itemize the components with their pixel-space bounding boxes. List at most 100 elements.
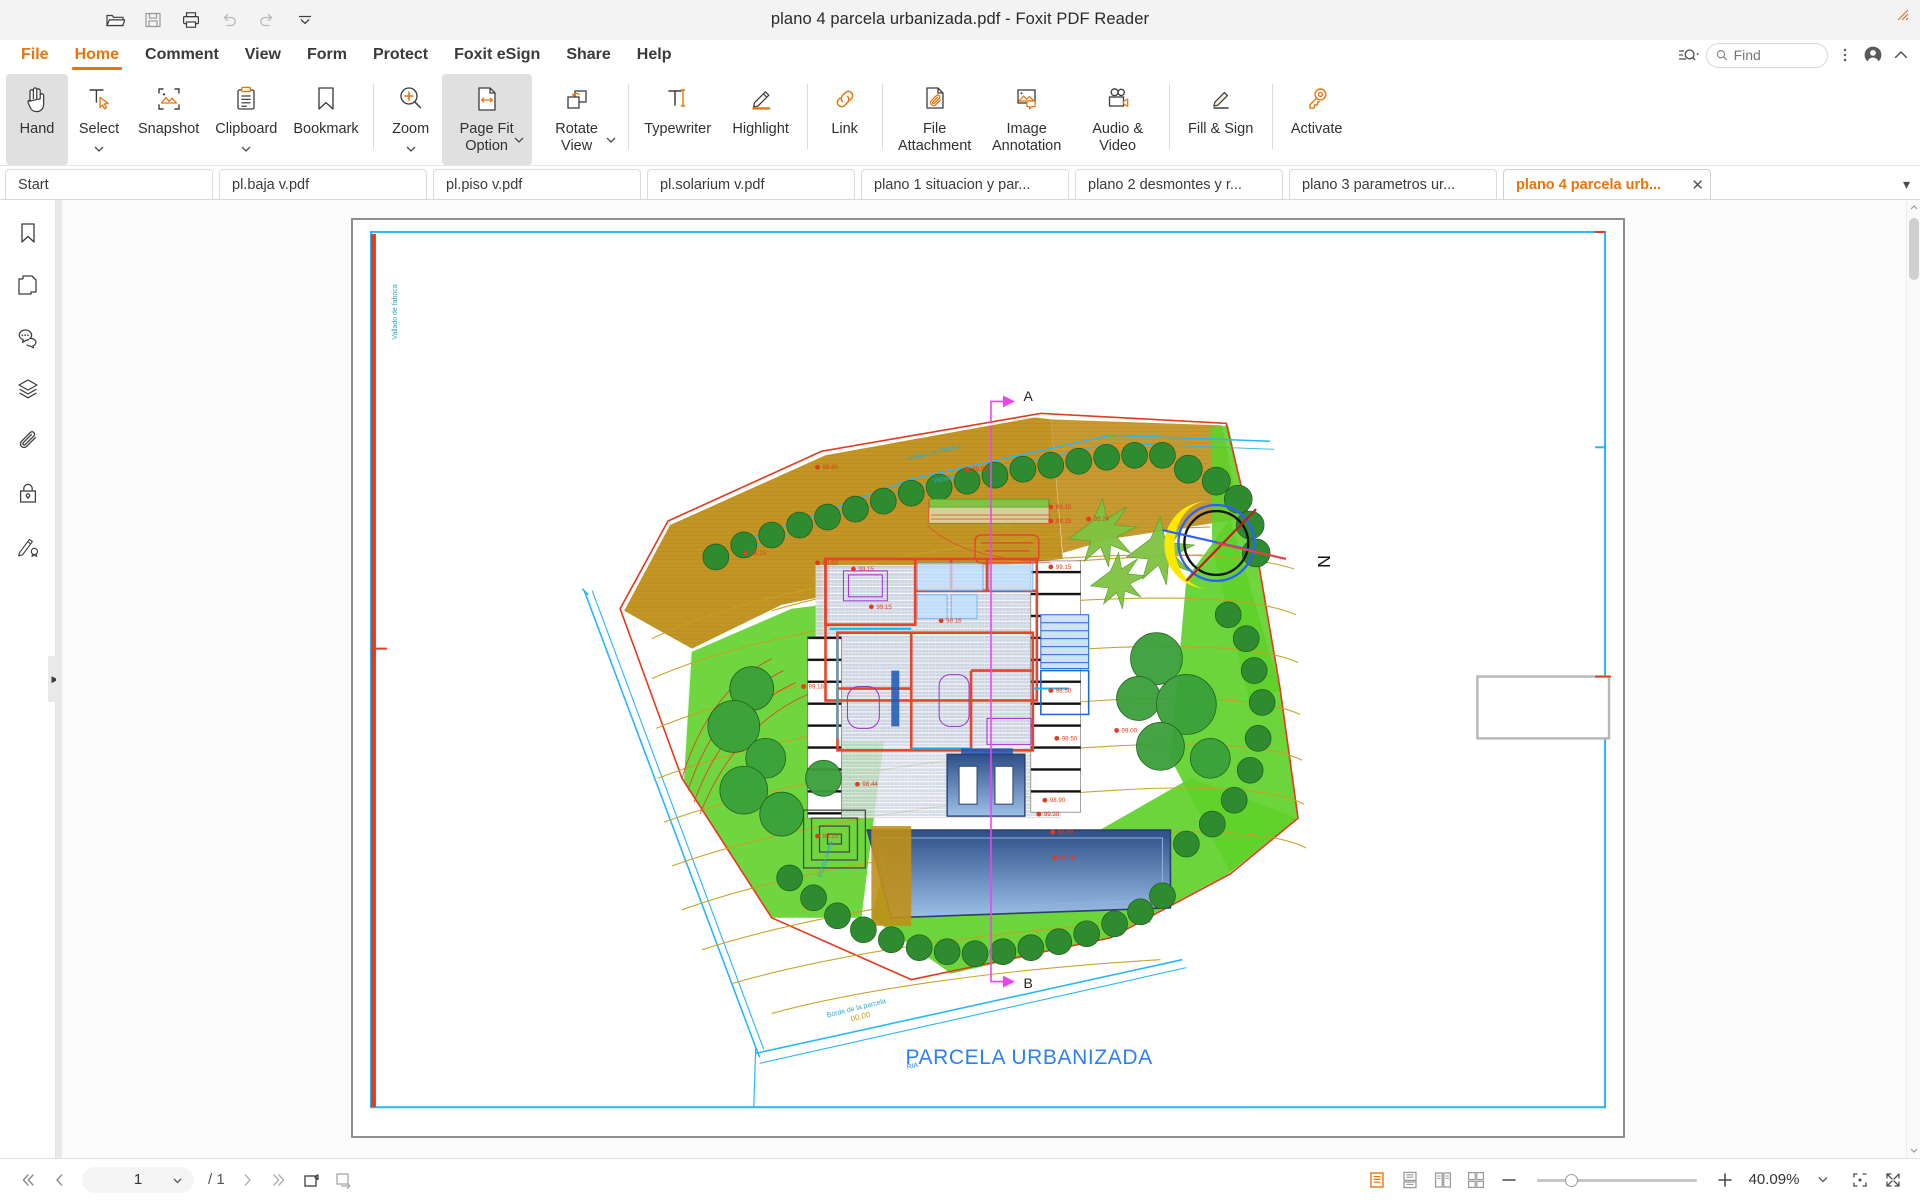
tool-image-annotation[interactable]: Image Annotation xyxy=(981,74,1073,165)
menu-comment[interactable]: Comment xyxy=(132,40,232,70)
pages-panel-icon[interactable] xyxy=(11,268,45,302)
save-icon[interactable] xyxy=(136,5,170,35)
tool-file-attachment[interactable]: File Attachment xyxy=(889,74,981,165)
tool-rotate-view-label: Rotate View xyxy=(555,121,598,154)
undo-icon[interactable] xyxy=(212,5,246,35)
zoom-in-button[interactable] xyxy=(1710,1165,1740,1195)
ribbon-divider xyxy=(1271,84,1273,149)
doc-tab-plano-1[interactable]: plano 1 situacion y par... xyxy=(861,169,1069,199)
tool-audio-video[interactable]: Audio & Video xyxy=(1073,74,1163,165)
menu-bar-right-tools xyxy=(1678,40,1912,70)
tool-highlight[interactable]: Highlight xyxy=(721,74,801,165)
continuous-view-icon[interactable] xyxy=(1395,1165,1425,1195)
chevron-down-icon[interactable] xyxy=(173,1171,182,1189)
loupe-tool-icon[interactable] xyxy=(1845,1165,1875,1195)
tool-fill-and-sign[interactable]: Fill & Sign xyxy=(1176,74,1266,165)
search-options-icon[interactable] xyxy=(1678,44,1700,66)
next-view-icon[interactable] xyxy=(329,1165,359,1195)
fullscreen-icon[interactable] xyxy=(1878,1165,1908,1195)
doc-tab-plano-4[interactable]: plano 4 parcela urb... ✕ xyxy=(1503,169,1711,199)
chevron-down-icon[interactable] xyxy=(94,139,104,157)
collapse-ribbon-icon[interactable] xyxy=(1890,44,1912,66)
pdf-viewport[interactable]: Vallado de fabrica 00.00 00.50 N 98.80 9… xyxy=(56,200,1920,1158)
next-page-icon[interactable] xyxy=(233,1165,263,1195)
menu-view[interactable]: View xyxy=(232,40,294,70)
menu-help[interactable]: Help xyxy=(624,40,685,70)
menu-form[interactable]: Form xyxy=(294,40,360,70)
find-input[interactable] xyxy=(1733,47,1818,63)
tool-snapshot[interactable]: Snapshot xyxy=(130,74,207,165)
pdf-page[interactable]: Vallado de fabrica 00.00 00.50 N 98.80 9… xyxy=(351,218,1625,1138)
tool-select[interactable]: Select xyxy=(68,74,130,165)
ribbon-divider xyxy=(881,84,883,149)
tab-overflow-chevron-down-icon[interactable]: ▾ xyxy=(1903,176,1910,193)
previous-page-icon[interactable] xyxy=(44,1165,74,1195)
section-marker-b-label: B xyxy=(1023,974,1033,991)
chevron-down-icon[interactable] xyxy=(606,130,616,148)
doc-tab-start[interactable]: Start xyxy=(5,169,213,199)
doc-tab-plano-2[interactable]: plano 2 desmontes y r... xyxy=(1075,169,1283,199)
zoom-dropdown-chevron-down-icon[interactable] xyxy=(1808,1165,1838,1195)
menu-file[interactable]: File xyxy=(8,40,62,70)
facing-continuous-view-icon[interactable] xyxy=(1461,1165,1491,1195)
layers-panel-icon[interactable] xyxy=(11,372,45,406)
tool-zoom[interactable]: Zoom xyxy=(380,74,442,165)
signatures-panel-icon[interactable] xyxy=(11,528,45,562)
tool-hand[interactable]: Hand xyxy=(6,74,68,165)
account-avatar-icon[interactable] xyxy=(1862,44,1884,66)
tool-rotate-view[interactable]: Rotate View xyxy=(532,74,622,165)
print-icon[interactable] xyxy=(174,5,208,35)
tool-zoom-label: Zoom xyxy=(392,121,430,137)
vertical-scrollbar[interactable] xyxy=(1906,200,1920,1158)
scroll-down-icon[interactable] xyxy=(1907,1144,1920,1158)
more-options-icon[interactable] xyxy=(1834,44,1856,66)
zoom-out-button[interactable] xyxy=(1494,1165,1524,1195)
previous-view-icon[interactable] xyxy=(297,1165,327,1195)
comments-panel-icon[interactable] xyxy=(11,320,45,354)
last-page-icon[interactable] xyxy=(265,1165,295,1195)
bookmarks-panel-icon[interactable] xyxy=(11,216,45,250)
doc-tab-pl-baja[interactable]: pl.baja v.pdf xyxy=(219,169,427,199)
tool-audio-video-label: Audio & Video xyxy=(1092,121,1144,154)
scroll-up-icon[interactable] xyxy=(1907,200,1920,214)
doc-tab-pl-solarium[interactable]: pl.solarium v.pdf xyxy=(647,169,855,199)
tool-activate[interactable]: Activate xyxy=(1279,74,1355,165)
attachments-panel-icon[interactable] xyxy=(11,424,45,458)
tool-bookmark[interactable]: Bookmark xyxy=(285,74,366,165)
chevron-down-icon[interactable] xyxy=(241,139,251,157)
doc-tab-label: plano 2 desmontes y r... xyxy=(1088,176,1242,193)
tool-page-fit-option[interactable]: Page Fit Option xyxy=(441,74,532,165)
first-page-icon[interactable] xyxy=(12,1165,42,1195)
window-resize-grip-icon[interactable] xyxy=(1892,4,1914,26)
security-panel-icon[interactable] xyxy=(11,476,45,510)
doc-tab-plano-3[interactable]: plano 3 parametros ur... xyxy=(1289,169,1497,199)
facing-view-icon[interactable] xyxy=(1428,1165,1458,1195)
chevron-down-icon[interactable] xyxy=(514,130,524,148)
scrollbar-thumb[interactable] xyxy=(1909,218,1919,280)
menu-foxit-esign[interactable]: Foxit eSign xyxy=(441,40,553,70)
chevron-down-icon[interactable] xyxy=(406,139,416,157)
find-input-wrapper[interactable] xyxy=(1706,42,1828,68)
menu-home[interactable]: Home xyxy=(62,40,132,70)
doc-tab-pl-piso[interactable]: pl.piso v.pdf xyxy=(433,169,641,199)
svg-text:98.15: 98.15 xyxy=(751,550,767,557)
single-page-view-icon[interactable] xyxy=(1362,1165,1392,1195)
zoom-slider-knob[interactable] xyxy=(1565,1173,1578,1187)
page-number-input[interactable]: 1 xyxy=(82,1166,194,1193)
tool-typewriter[interactable]: Typewriter xyxy=(635,74,721,165)
tool-clipboard[interactable]: Clipboard xyxy=(207,74,285,165)
customize-quick-access-icon[interactable] xyxy=(288,5,322,35)
doc-tab-label: plano 3 parametros ur... xyxy=(1302,176,1456,193)
svg-text:99.15: 99.15 xyxy=(1056,518,1072,525)
tool-link[interactable]: Link xyxy=(814,74,876,165)
doc-tab-label: plano 4 parcela urb... xyxy=(1516,176,1662,193)
menu-protect[interactable]: Protect xyxy=(360,40,441,70)
redo-icon[interactable] xyxy=(250,5,284,35)
svg-text:99.15: 99.15 xyxy=(1056,504,1072,511)
svg-text:98.50: 98.50 xyxy=(1056,688,1072,695)
svg-text:98.90: 98.90 xyxy=(1050,797,1066,804)
close-icon[interactable]: ✕ xyxy=(1681,176,1704,194)
open-icon[interactable] xyxy=(98,5,132,35)
zoom-slider[interactable] xyxy=(1537,1171,1697,1189)
menu-share[interactable]: Share xyxy=(553,40,623,70)
